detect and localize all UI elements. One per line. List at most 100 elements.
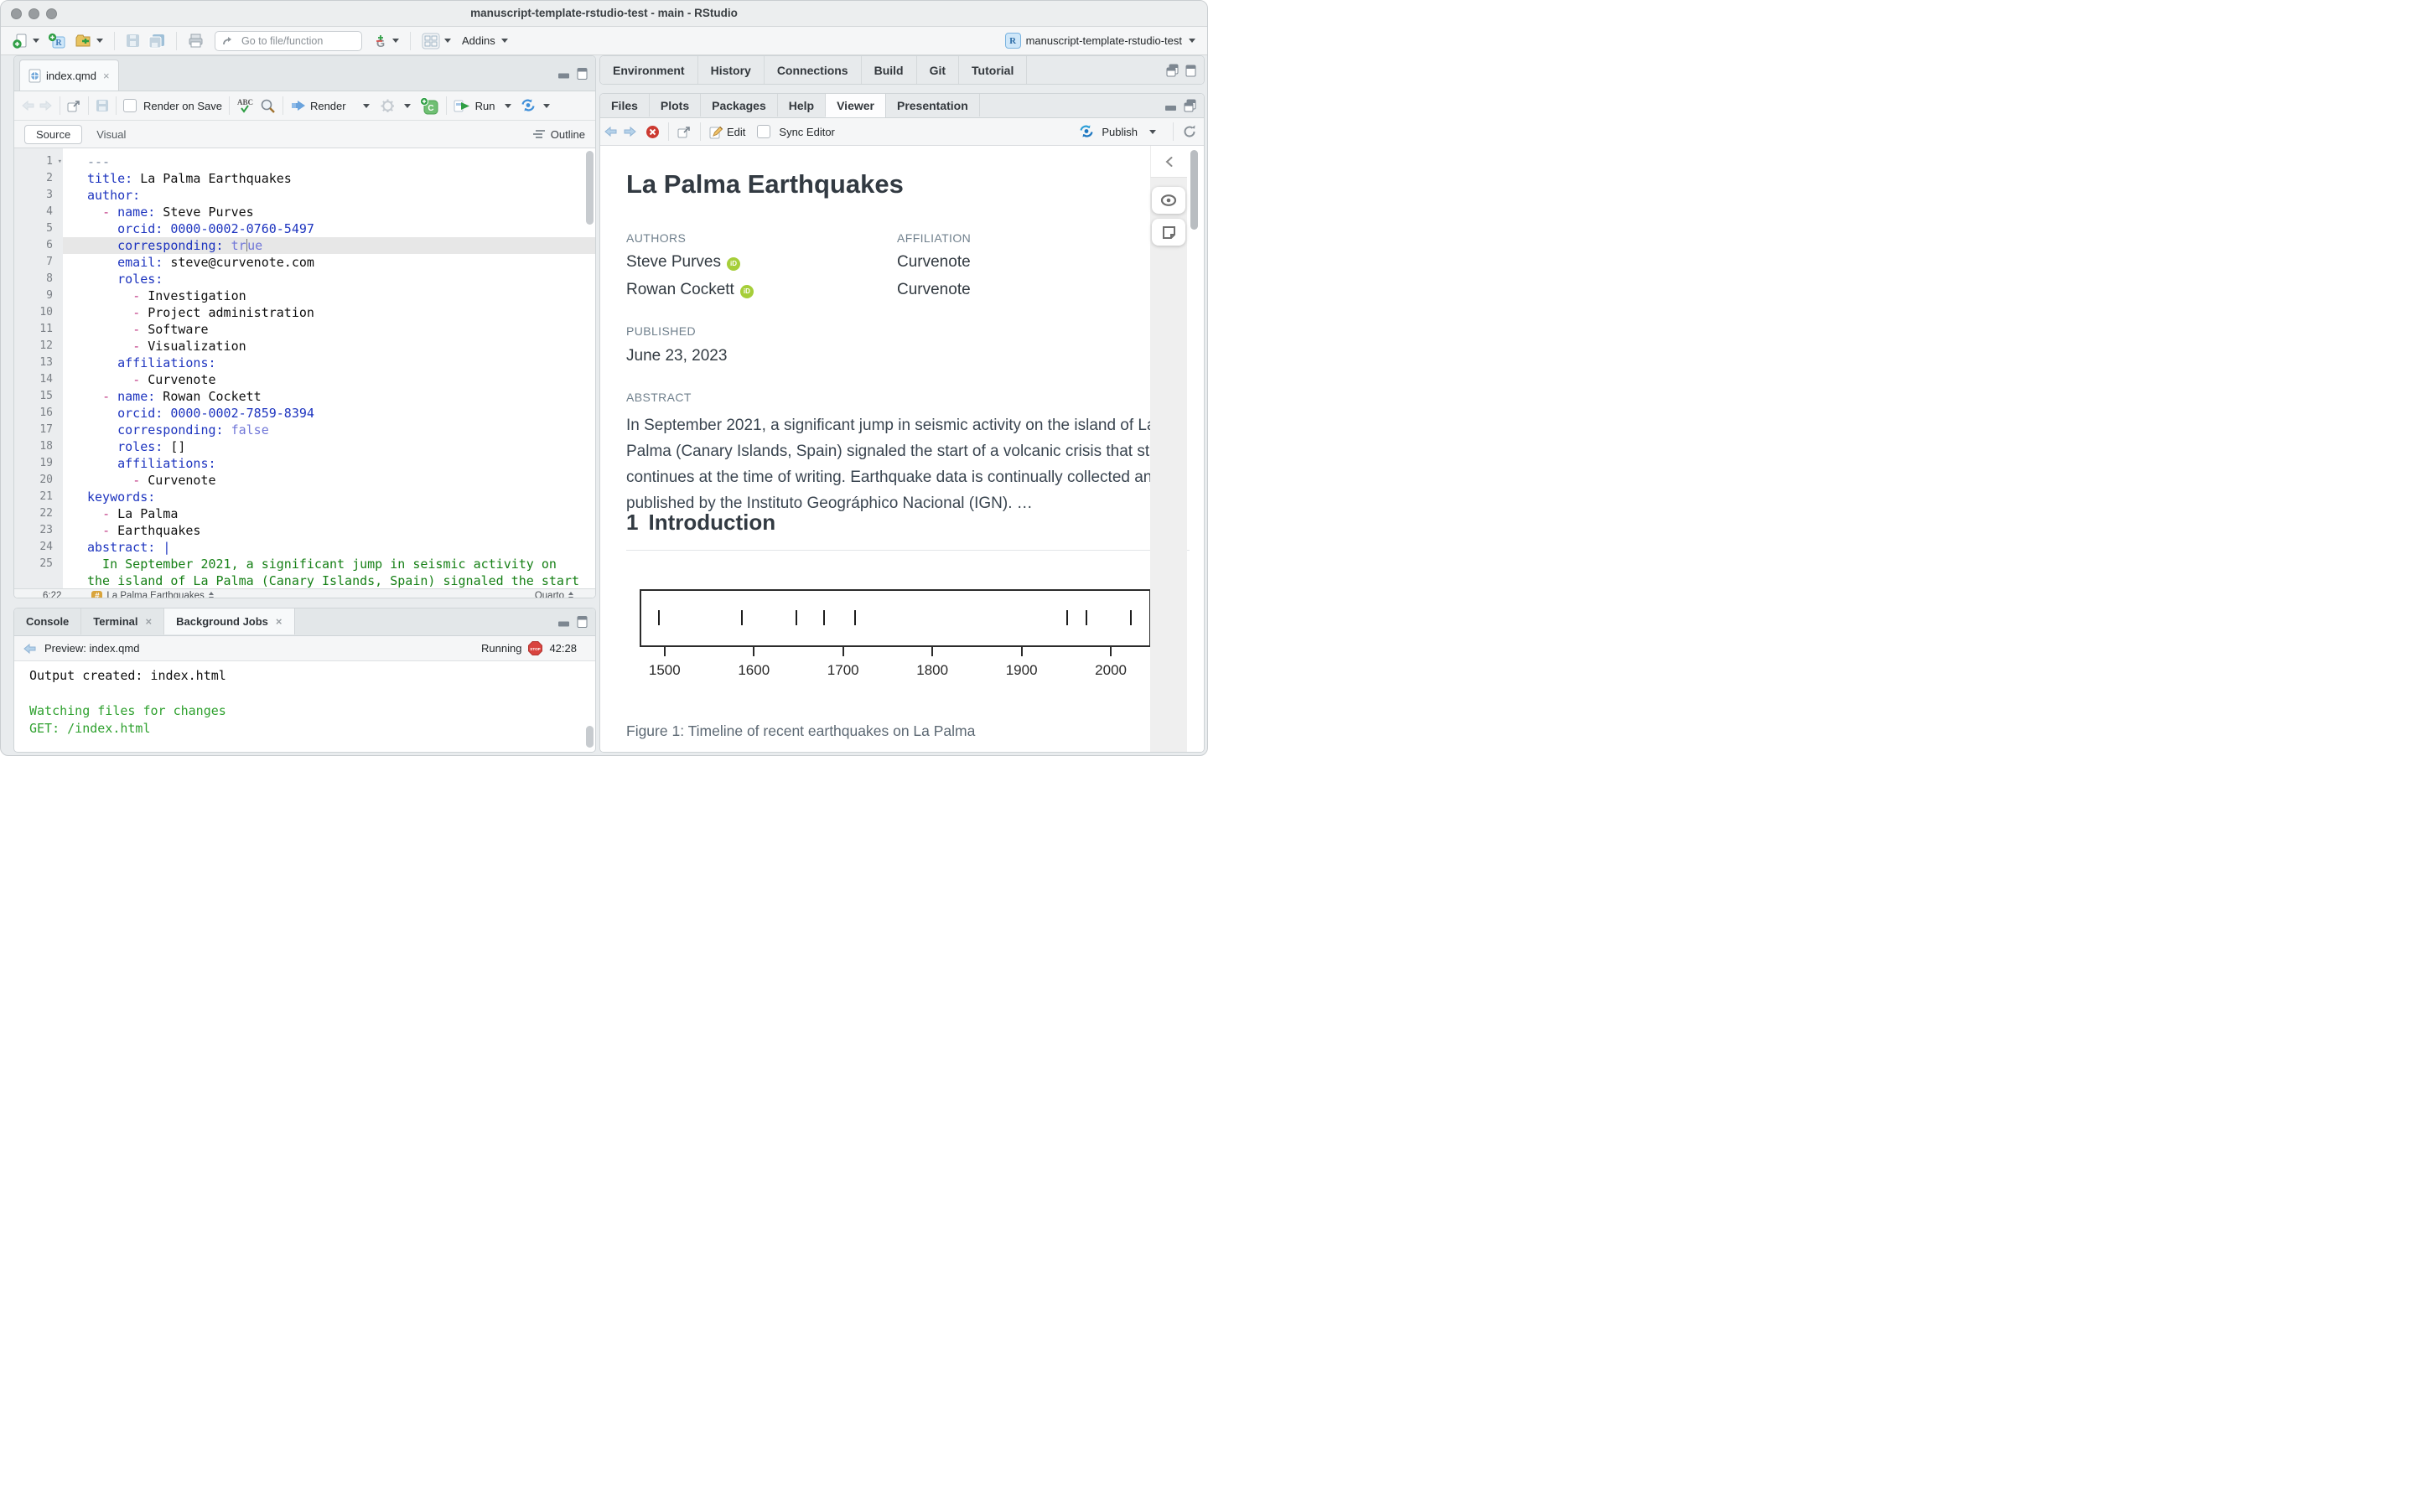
code-line[interactable]: 17 corresponding: false — [14, 422, 595, 438]
render-button[interactable]: Render — [310, 100, 346, 112]
tab-git[interactable]: Git — [917, 56, 960, 84]
tab-files[interactable]: Files — [600, 94, 650, 117]
stop-job-button[interactable]: STOP — [528, 641, 543, 655]
back-icon[interactable] — [604, 125, 619, 138]
dropdown-caret-icon[interactable] — [1149, 129, 1156, 134]
code-line[interactable]: 3 author: — [14, 187, 595, 204]
section-selector[interactable]: La Palma Earthquakes — [106, 591, 204, 598]
zoom-window-button[interactable] — [46, 8, 57, 19]
code-line[interactable]: 6 corresponding: tr ue — [14, 237, 595, 254]
collapse-sidebar-button[interactable] — [1150, 146, 1187, 178]
back-icon[interactable] — [21, 99, 36, 112]
section-updown-icon[interactable] — [208, 592, 214, 598]
maximize-pane-icon[interactable] — [577, 616, 588, 629]
source-mode-button[interactable]: Source — [24, 124, 83, 144]
minimize-pane-icon[interactable] — [557, 617, 570, 628]
dropdown-caret-icon[interactable] — [505, 103, 512, 108]
tab-viewer[interactable]: Viewer — [826, 94, 886, 117]
new-file-button[interactable] — [9, 31, 42, 51]
code-line[interactable]: 1 ▾ --- — [14, 153, 595, 170]
open-file-button[interactable] — [72, 32, 106, 50]
job-output[interactable]: Output created: index.html Watching file… — [14, 661, 595, 751]
close-tab-icon[interactable]: × — [103, 70, 110, 82]
code-line[interactable]: 5 orcid: 0000-0002-0760-5497 — [14, 220, 595, 237]
minimize-pane-icon[interactable] — [557, 68, 570, 79]
orcid-icon[interactable]: iD — [739, 284, 754, 298]
dropdown-caret-icon[interactable] — [362, 103, 370, 108]
console-tab-background-jobs[interactable]: Background Jobs × — [164, 608, 295, 634]
goto-file-input[interactable] — [240, 34, 342, 48]
code-line[interactable]: 10 - Project administration — [14, 304, 595, 321]
console-tab-console[interactable]: Console — [14, 608, 82, 634]
code-line[interactable]: 13 affiliations: — [14, 355, 595, 371]
close-tab-icon[interactable]: × — [276, 615, 283, 628]
close-window-button[interactable] — [11, 8, 22, 19]
restore-pane-icon[interactable] — [1184, 99, 1196, 112]
code-line[interactable]: 21 keywords: — [14, 489, 595, 505]
code-line[interactable]: 8 roles: — [14, 271, 595, 287]
version-control-button[interactable]: G — [371, 31, 402, 51]
close-tab-icon[interactable]: × — [146, 615, 153, 628]
code-line[interactable]: the island of La Palma (Canary Islands, … — [14, 572, 595, 588]
restore-pane-icon[interactable] — [1166, 64, 1179, 77]
code-line[interactable]: 23 - Earthquakes — [14, 522, 595, 539]
run-button[interactable]: Run — [475, 100, 495, 112]
filetype-updown-icon[interactable] — [568, 592, 573, 598]
popout-icon[interactable] — [67, 100, 81, 112]
tab-packages[interactable]: Packages — [701, 94, 778, 117]
code-line[interactable]: 2 title: La Palma Earthquakes — [14, 170, 595, 187]
tab-build[interactable]: Build — [862, 56, 917, 84]
spellcheck-icon[interactable]: ABC — [236, 97, 255, 114]
forward-icon[interactable] — [622, 125, 637, 138]
filetype-selector[interactable]: Quarto — [535, 591, 564, 598]
tab-help[interactable]: Help — [778, 94, 827, 117]
save-button[interactable] — [123, 32, 143, 49]
dropdown-caret-icon[interactable] — [543, 103, 551, 108]
pane-layout-button[interactable] — [419, 31, 454, 51]
code-line[interactable]: 12 - Visualization — [14, 338, 595, 355]
code-line[interactable]: 25 In September 2021, a significant jump… — [14, 556, 595, 572]
code-line[interactable]: 22 - La Palma — [14, 505, 595, 522]
tab-presentation[interactable]: Presentation — [886, 94, 980, 117]
tab-history[interactable]: History — [698, 56, 765, 84]
code-editor[interactable]: 1 ▾ --- 2 title: La Palma Earthquakes 3 author… — [14, 148, 595, 588]
tab-plots[interactable]: Plots — [650, 94, 702, 117]
code-line[interactable]: 15 - name: Rowan Cockett — [14, 388, 595, 405]
outline-button[interactable]: Outline — [532, 128, 585, 141]
minimize-pane-icon[interactable] — [1164, 101, 1177, 111]
print-button[interactable] — [185, 32, 206, 50]
code-line[interactable]: 18 roles: [] — [14, 438, 595, 455]
sync-editor-checkbox[interactable] — [757, 125, 771, 138]
back-icon[interactable] — [23, 642, 38, 655]
search-icon[interactable] — [260, 98, 276, 113]
gear-icon[interactable] — [380, 98, 396, 114]
tab-environment[interactable]: Environment — [600, 56, 698, 84]
maximize-pane-icon[interactable] — [1185, 65, 1196, 77]
code-line[interactable]: 20 - Curvenote — [14, 472, 595, 489]
render-on-save-checkbox[interactable] — [123, 99, 137, 112]
code-line[interactable]: 7 email: steve@curvenote.com — [14, 254, 595, 271]
publish-button[interactable]: Publish — [1102, 126, 1138, 138]
tab-index-qmd[interactable]: index.qmd × — [19, 60, 119, 91]
project-selector[interactable]: R manuscript-template-rstudio-test — [1004, 33, 1199, 49]
visual-mode-button[interactable]: Visual — [86, 126, 137, 143]
code-line[interactable]: 9 - Investigation — [14, 287, 595, 304]
save-icon[interactable] — [96, 99, 109, 112]
code-line[interactable]: 11 - Software — [14, 321, 595, 338]
code-line[interactable]: 4 - name: Steve Purves — [14, 204, 595, 220]
code-line[interactable]: 14 - Curvenote — [14, 371, 595, 388]
dropdown-caret-icon[interactable] — [403, 103, 411, 108]
insert-chunk-icon[interactable]: C — [419, 96, 439, 115]
console-tab-terminal[interactable]: Terminal × — [81, 608, 165, 634]
edit-button[interactable]: Edit — [727, 126, 745, 138]
clear-viewer-icon[interactable] — [645, 125, 660, 139]
refresh-icon[interactable] — [1182, 124, 1197, 139]
code-line[interactable]: 24 abstract: | — [14, 539, 595, 556]
save-all-button[interactable] — [146, 32, 168, 50]
annotation-note-button[interactable] — [1152, 219, 1185, 246]
tab-tutorial[interactable]: Tutorial — [959, 56, 1028, 84]
console-scrollbar[interactable] — [586, 726, 594, 748]
rerun-icon[interactable] — [520, 98, 537, 113]
viewer-scrollbar[interactable] — [1190, 150, 1198, 230]
editor-scrollbar[interactable] — [586, 151, 594, 225]
